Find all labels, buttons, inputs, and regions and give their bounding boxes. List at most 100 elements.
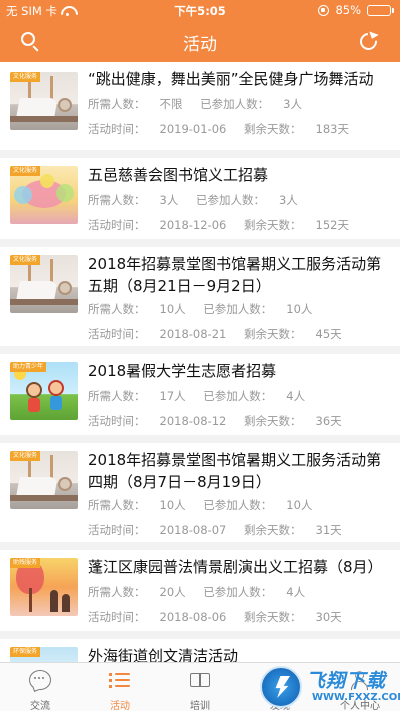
need-label: 所需人数： [88, 302, 146, 316]
tab-label: 交流 [30, 701, 50, 711]
activity-info: 五邑慈善会图书馆义工招募 所需人数： 3人 已参加人数： 3人 活动时间： 2018-… [88, 164, 388, 233]
date-value: 2018-08-07 [159, 523, 227, 537]
activity-info: 蓬江区康园普法情景剧演出义工招募（8月） 所需人数： 20人 已参加人数： 4人 活… [88, 556, 388, 625]
joined-value: 10人 [286, 498, 313, 512]
joined-value: 3人 [278, 193, 298, 207]
activity-title: “跳出健康，舞出美丽”全民健身广场舞活动 [88, 70, 374, 88]
need-label: 所需人数： [88, 97, 146, 111]
refresh-icon[interactable] [356, 29, 381, 54]
watermark-brand: 飞翔下载 [306, 670, 387, 692]
activity-headcount: 所需人数： 10人 已参加人数： 10人 [88, 301, 388, 317]
date-value: 2019-01-06 [159, 122, 227, 136]
time-label: 活动时间： [88, 122, 146, 136]
need-label: 所需人数： [88, 498, 146, 512]
thumbnail-tag: 文化服务 [10, 72, 41, 82]
activity-title: 2018年招募景堂图书馆暑期义工服务活动第五期（8月21日－9月2日） [88, 255, 382, 295]
activity-schedule: 活动时间： 2019-01-06 剩余天数： 183天 [88, 121, 388, 137]
activity-thumbnail: 文化服务 [10, 166, 78, 224]
thumbnail-tag: 文化服务 [10, 166, 41, 176]
watermark-url: WWW.FXXZ.COM [312, 692, 400, 703]
activity-item[interactable]: 文化服务 2018年招募景堂图书馆暑期义工服务活动第四期（8月7日－8月19日）… [0, 443, 400, 550]
activity-headcount: 所需人数： 17人 已参加人数： 4人 [88, 388, 388, 404]
time-label: 活动时间： [88, 414, 146, 428]
remain-label: 剩余天数： [244, 122, 302, 136]
remain-value: 45天 [315, 327, 342, 341]
need-label: 所需人数： [88, 389, 146, 403]
activity-title: 2018年招募景堂图书馆暑期义工服务活动第四期（8月7日－8月19日） [88, 451, 382, 491]
chat-icon [29, 670, 51, 690]
tab-training[interactable]: 培训 [160, 663, 240, 711]
need-value: 10人 [159, 302, 186, 316]
activity-thumbnail: 文化服务 [10, 451, 78, 509]
time-label: 活动时间： [88, 610, 146, 624]
remain-label: 剩余天数： [244, 327, 302, 341]
remain-value: 152天 [315, 218, 349, 232]
activity-item[interactable]: 文化服务 “跳出健康，舞出美丽”全民健身广场舞活动 所需人数： 不限 已参加人数：… [0, 62, 400, 158]
activity-headcount: 所需人数： 20人 已参加人数： 4人 [88, 584, 388, 600]
battery-percent: 85% [335, 3, 361, 17]
activity-info: 外海街道创文清洁活动 [88, 645, 388, 662]
activity-thumbnail: 助力青少年 [10, 362, 78, 420]
need-value: 10人 [159, 498, 186, 512]
date-value: 2018-12-06 [159, 218, 227, 232]
activity-title: 2018暑假大学生志愿者招募 [88, 362, 277, 380]
date-value: 2018-08-06 [159, 610, 227, 624]
activity-info: 2018年招募景堂图书馆暑期义工服务活动第五期（8月21日－9月2日） 所需人数… [88, 253, 388, 342]
joined-value: 3人 [283, 97, 302, 111]
tab-activities[interactable]: 活动 [80, 663, 160, 711]
time-label: 活动时间： [88, 327, 146, 341]
page-title: 活动 [183, 35, 217, 55]
thumbnail-tag: 文化服务 [10, 255, 41, 265]
activity-thumbnail: 助残服务 [10, 558, 78, 616]
thumbnail-tag: 助残服务 [10, 558, 41, 568]
thumbnail-tag: 文化服务 [10, 451, 41, 461]
joined-value: 10人 [286, 302, 313, 316]
status-bar: 无 SIM 卡 下午5:05 85% [0, 0, 400, 20]
activity-headcount: 所需人数： 10人 已参加人数： 10人 [88, 497, 388, 513]
date-value: 2018-08-12 [159, 414, 227, 428]
time-label: 活动时间： [88, 218, 146, 232]
remain-label: 剩余天数： [244, 218, 302, 232]
remain-value: 183天 [315, 122, 349, 136]
activity-item[interactable]: 文化服务 2018年招募景堂图书馆暑期义工服务活动第五期（8月21日－9月2日）… [0, 247, 400, 354]
joined-label: 已参加人数： [203, 585, 273, 599]
remain-label: 剩余天数： [244, 610, 302, 624]
activity-schedule: 活动时间： 2018-08-21 剩余天数： 45天 [88, 326, 388, 342]
watermark: 飞翔下载 WWW.FXXZ.COM [256, 662, 400, 711]
joined-value: 4人 [286, 389, 306, 403]
app-root: 无 SIM 卡 下午5:05 85% 活动 文化服务 “跳出健康，舞出美丽”全民… [0, 0, 400, 711]
time-label: 活动时间： [88, 523, 146, 537]
need-value: 17人 [159, 389, 186, 403]
tab-exchange[interactable]: 交流 [0, 663, 80, 711]
activity-thumbnail: 文化服务 [10, 72, 78, 130]
activity-info: 2018暑假大学生志愿者招募 所需人数： 17人 已参加人数： 4人 活动时间： 20… [88, 360, 388, 429]
activity-schedule: 活动时间： 2018-08-12 剩余天数： 36天 [88, 413, 388, 429]
joined-label: 已参加人数： [203, 302, 273, 316]
remain-value: 36天 [315, 414, 342, 428]
activity-info: “跳出健康，舞出美丽”全民健身广场舞活动 所需人数： 不限 已参加人数： 3人 活动… [88, 68, 388, 137]
activity-item[interactable]: 助残服务 蓬江区康园普法情景剧演出义工招募（8月） 所需人数： 20人 已参加人数… [0, 550, 400, 639]
activity-schedule: 活动时间： 2018-12-06 剩余天数： 152天 [88, 217, 388, 233]
activity-item[interactable]: 助力青少年 2018暑假大学生志愿者招募 所需人数： 17人 已参加人数： 4人 活… [0, 354, 400, 443]
status-right: 85% [318, 3, 394, 17]
activity-title: 蓬江区康园普法情景剧演出义工招募（8月） [88, 558, 383, 576]
tab-label: 培训 [190, 701, 210, 711]
orientation-lock-icon [318, 4, 330, 16]
thumbnail-tag: 环保服务 [10, 647, 41, 657]
watermark-logo-icon [260, 666, 302, 708]
nav-bar: 活动 [0, 20, 400, 62]
book-icon [189, 670, 211, 690]
header: 无 SIM 卡 下午5:05 85% 活动 [0, 0, 400, 62]
need-label: 所需人数： [88, 585, 146, 599]
activity-schedule: 活动时间： 2018-08-06 剩余天数： 30天 [88, 609, 388, 625]
activity-title: 五邑慈善会图书馆义工招募 [88, 166, 269, 184]
thumbnail-tag: 助力青少年 [10, 362, 47, 372]
activity-schedule: 活动时间： 2018-08-07 剩余天数： 31天 [88, 522, 388, 538]
activity-list: 文化服务 “跳出健康，舞出美丽”全民健身广场舞活动 所需人数： 不限 已参加人数：… [0, 62, 400, 662]
remain-label: 剩余天数： [244, 523, 302, 537]
tab-label: 活动 [110, 701, 130, 711]
activity-item[interactable]: 文化服务 五邑慈善会图书馆义工招募 所需人数： 3人 已参加人数： 3人 活动时间：… [0, 158, 400, 247]
need-value: 不限 [159, 97, 183, 111]
activity-item[interactable]: 环保服务 外海街道创文清洁活动 [0, 639, 400, 662]
remain-value: 31天 [315, 523, 342, 537]
